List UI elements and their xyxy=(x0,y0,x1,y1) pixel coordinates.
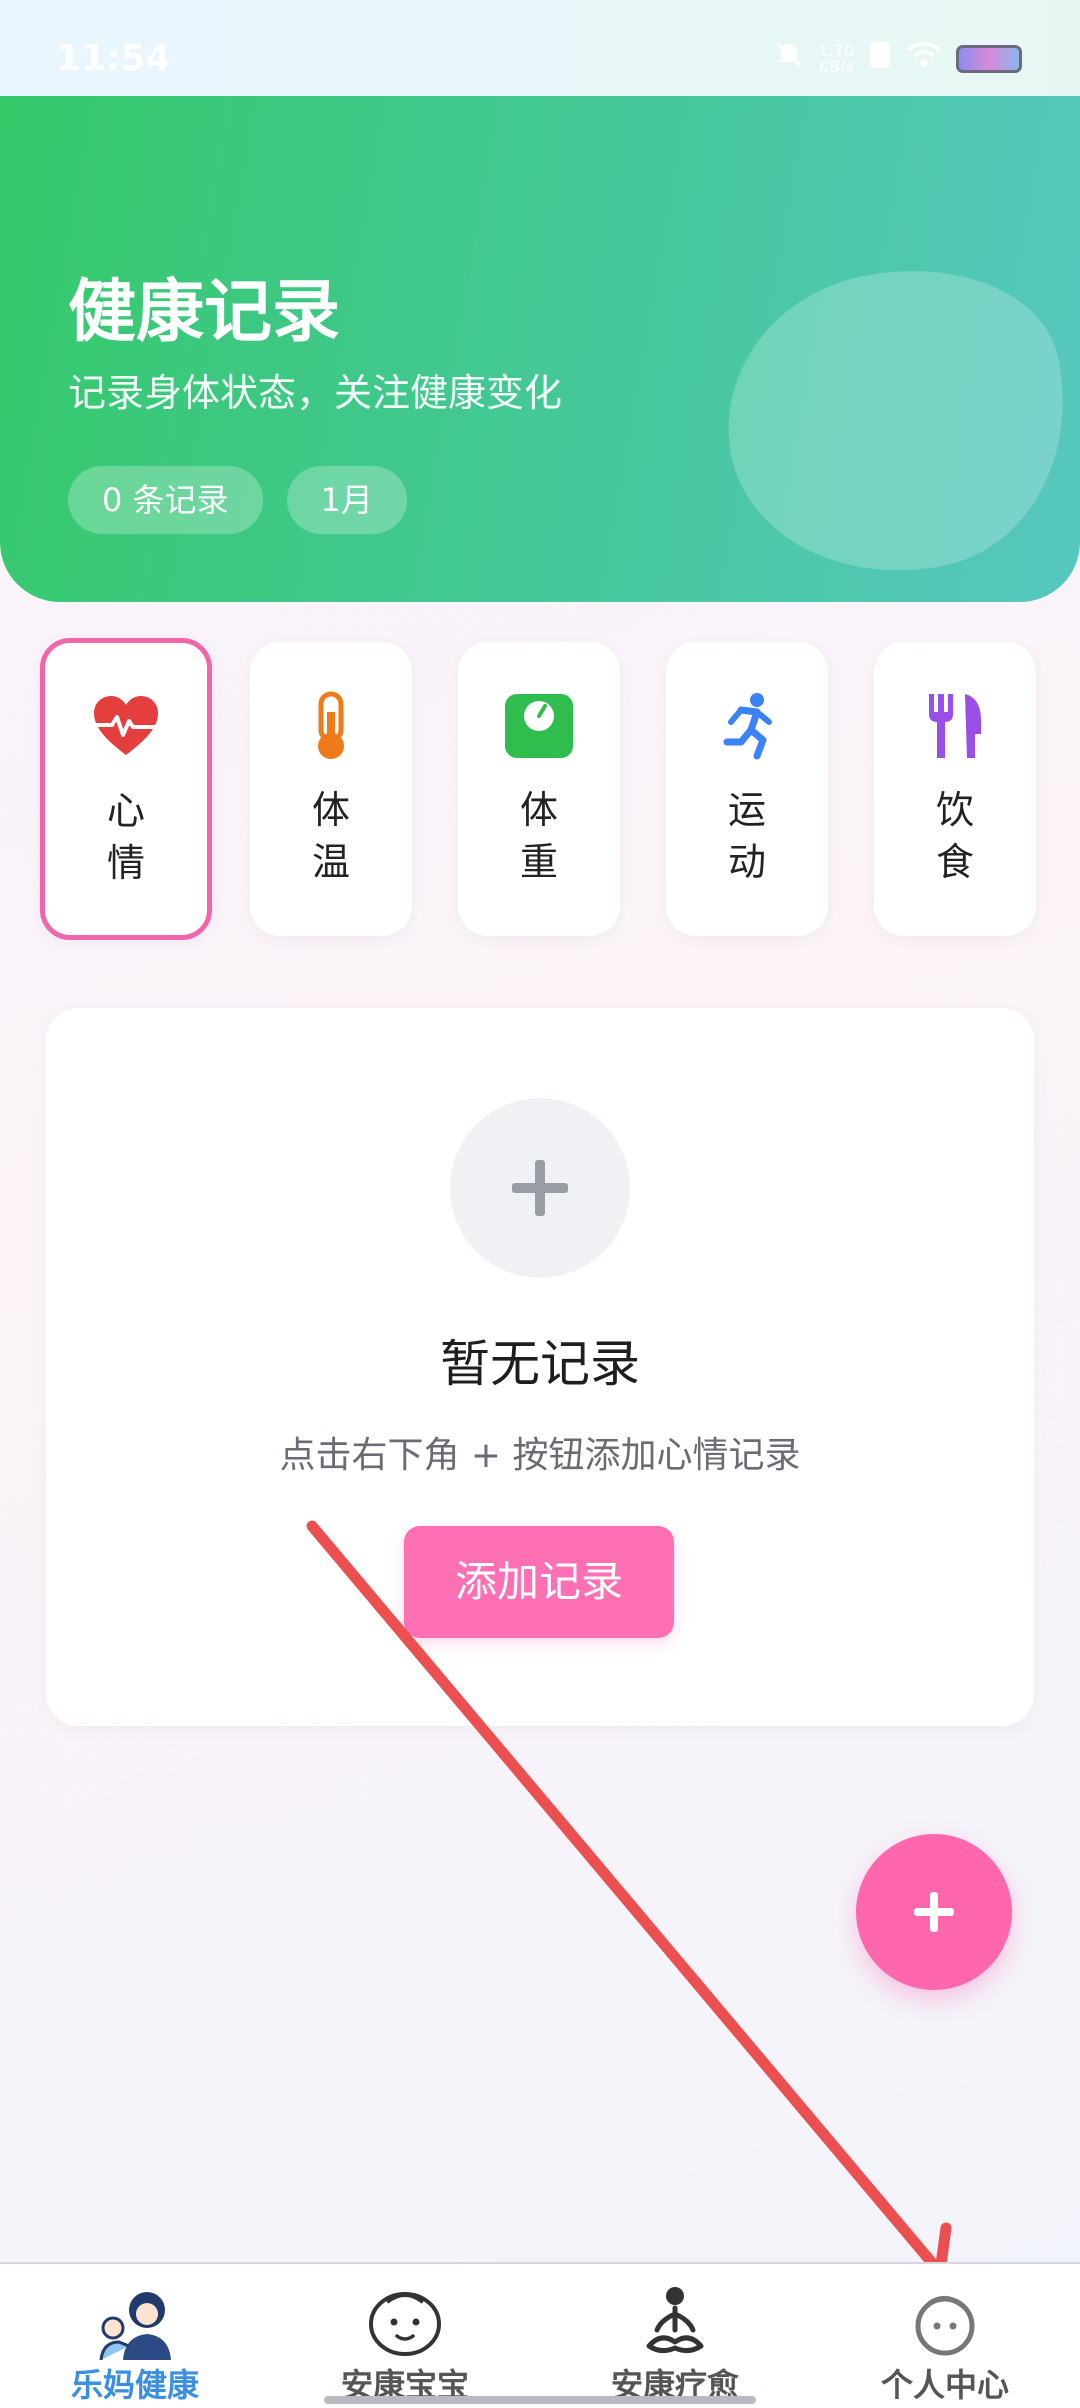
battery-icon xyxy=(956,44,1022,73)
bottom-nav: 乐妈健康 安康宝宝 安康疗愈 个人中心 xyxy=(0,2262,1080,2408)
running-icon xyxy=(723,693,772,760)
empty-state-description: 点击右下角 + 按钮添加心情记录 xyxy=(279,1435,801,1476)
meditation-icon xyxy=(646,2287,704,2354)
status-icons: 1.70 KB/s xyxy=(774,40,1022,77)
scale-icon xyxy=(505,694,573,758)
hero-chips: 0 条记录 1月 xyxy=(68,466,407,534)
mute-icon xyxy=(774,40,804,77)
tab-diet[interactable]: 饮食 xyxy=(874,642,1036,936)
page-subtitle: 记录身体状态，关注健康变化 xyxy=(68,371,563,415)
plus-icon xyxy=(450,1098,630,1278)
baby-face-icon xyxy=(369,2292,441,2356)
nav-label: 个人中心 xyxy=(880,2366,1009,2404)
heart-pulse-icon xyxy=(94,696,158,755)
tab-weight[interactable]: 体重 xyxy=(458,642,620,936)
category-tabs: 心情 体温 体重 运动 饮食 xyxy=(40,638,1040,942)
tab-mood[interactable]: 心情 xyxy=(40,638,212,940)
nav-item-health[interactable]: 乐妈健康 xyxy=(0,2264,270,2408)
empty-state-card: 暂无记录 点击右下角 + 按钮添加心情记录 添加记录 xyxy=(46,1008,1034,1726)
mother-baby-icon xyxy=(99,2292,171,2360)
tab-label: 饮食 xyxy=(935,788,974,884)
decorative-blob xyxy=(700,239,1080,602)
tab-temperature[interactable]: 体温 xyxy=(250,642,412,936)
add-record-button[interactable]: 添加记录 xyxy=(404,1526,674,1638)
floating-add-button[interactable] xyxy=(856,1834,1012,1990)
utensils-icon xyxy=(929,694,981,758)
profile-icon xyxy=(915,2296,975,2356)
network-speed-unit: KB/s xyxy=(818,56,854,76)
nav-label: 乐妈健康 xyxy=(70,2366,199,2404)
tab-label: 体重 xyxy=(519,788,558,884)
month-chip[interactable]: 1月 xyxy=(286,466,407,534)
thermometer-icon xyxy=(318,691,344,759)
plus-icon xyxy=(914,1892,954,1932)
network-speed: 1.70 KB/s xyxy=(818,42,854,76)
home-indicator[interactable] xyxy=(324,2396,756,2404)
tab-label: 运动 xyxy=(727,788,766,884)
page-title: 健康记录 xyxy=(68,273,341,352)
nav-item-profile[interactable]: 个人中心 xyxy=(810,2264,1080,2408)
status-time: 11:54 xyxy=(56,38,171,79)
record-count-chip: 0 条记录 xyxy=(68,466,263,534)
wifi-icon xyxy=(906,41,942,76)
nav-item-baby[interactable]: 安康宝宝 xyxy=(270,2264,540,2408)
empty-state-title: 暂无记录 xyxy=(440,1335,640,1393)
tab-label: 心情 xyxy=(106,789,145,885)
tab-label: 体温 xyxy=(311,788,350,884)
tab-exercise[interactable]: 运动 xyxy=(666,642,828,936)
status-bar: 11:54 1.70 KB/s xyxy=(0,0,1080,96)
hero-header: 健康记录 记录身体状态，关注健康变化 0 条记录 1月 xyxy=(0,96,1080,602)
nav-item-healing[interactable]: 安康疗愈 xyxy=(540,2264,810,2408)
sim-icon xyxy=(868,40,892,77)
